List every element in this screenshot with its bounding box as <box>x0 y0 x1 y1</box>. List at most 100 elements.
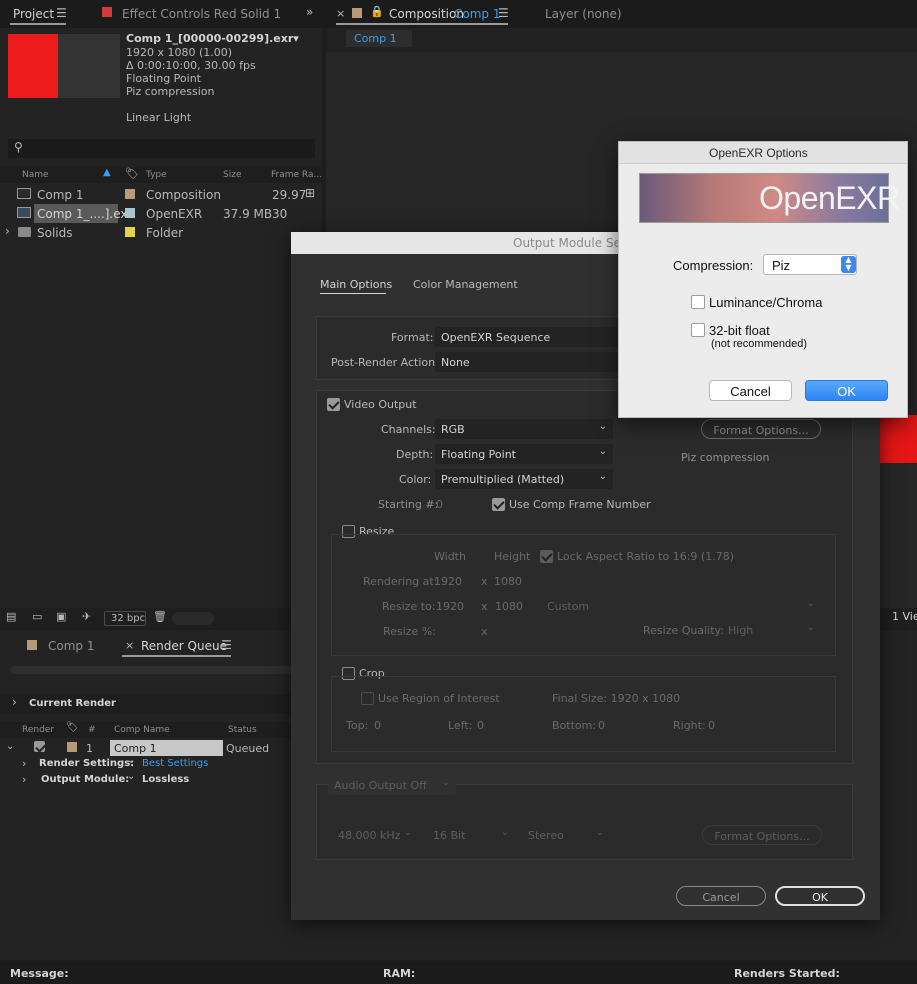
render-checkbox[interactable] <box>34 741 45 752</box>
chevron-right-icon[interactable]: › <box>5 225 10 237</box>
render-icon[interactable]: ✈ <box>82 611 91 622</box>
rq-row[interactable]: ⌄ 1 Comp 1 Queued <box>0 740 300 756</box>
ok-button[interactable]: OK <box>775 886 865 906</box>
list-item-selected[interactable]: Comp 1_....].exr OpenEXR 37.9 MB 30 <box>0 204 322 223</box>
col-frame-rate[interactable]: Frame Ra... <box>271 171 322 180</box>
zoom-slider[interactable] <box>172 612 214 625</box>
label-swatch[interactable] <box>125 189 135 199</box>
col-status[interactable]: Status <box>228 726 257 735</box>
label-swatch[interactable] <box>125 208 135 218</box>
chevron-right-icon[interactable]: › <box>12 696 17 708</box>
close-tab-icon[interactable]: × <box>125 640 134 651</box>
project-menu-icon[interactable]: ☰ <box>56 7 67 19</box>
crop-right-value[interactable]: 0 <box>708 720 715 731</box>
item-name[interactable]: Comp 1_[00000-00299].exr▾ <box>126 33 299 44</box>
col-name[interactable]: Name <box>22 171 49 180</box>
comp-menu-icon[interactable]: ☰ <box>498 7 509 19</box>
compression-select[interactable]: Piz ▲ ▼ <box>763 254 857 275</box>
channels-select[interactable]: RGB ⌄ <box>435 419 613 439</box>
tab-color-management[interactable]: Color Management <box>413 279 518 290</box>
crop-group <box>331 676 836 752</box>
comp-swatch-icon <box>352 8 362 18</box>
search-input[interactable] <box>8 139 315 158</box>
tab-composition-underline <box>336 23 508 25</box>
tab-main-options[interactable]: Main Options <box>320 279 392 290</box>
cancel-button[interactable]: Cancel <box>676 886 766 906</box>
close-tab-icon[interactable]: × <box>336 8 345 19</box>
audio-rate-select[interactable]: 48.000 kHz ⌄ <box>332 825 418 845</box>
flowchart-icon[interactable]: ⊞ <box>305 187 315 199</box>
status-message: Message: <box>10 967 69 980</box>
tab-layer[interactable]: Layer (none) <box>545 8 622 20</box>
lock-icon[interactable]: 🔒 <box>370 6 384 17</box>
new-composition-icon[interactable]: ▣ <box>56 611 66 622</box>
panel-overflow-icon[interactable]: » <box>306 6 313 18</box>
output-module-link[interactable]: Lossless <box>142 775 189 785</box>
crop-right-label: Right: <box>673 719 706 732</box>
crop-bottom-value[interactable]: 0 <box>598 720 605 731</box>
interpret-footage-icon[interactable]: ▤ <box>6 611 16 622</box>
audio-channels-select[interactable]: Stereo ⌄ <box>522 825 610 845</box>
sort-ascending-icon: ▲ <box>103 167 111 178</box>
format-select[interactable]: OpenEXR Sequence <box>435 327 635 347</box>
resize-to-width[interactable]: 1920 <box>436 601 464 612</box>
view-layout-select[interactable]: 1 Vie <box>892 611 917 622</box>
compression-label: Compression: <box>673 258 754 273</box>
luminance-checkbox[interactable] <box>691 295 705 309</box>
color-select[interactable]: Premultiplied (Matted) ⌄ <box>435 469 613 489</box>
label-swatch[interactable] <box>125 227 135 237</box>
float32-checkbox[interactable] <box>691 323 705 337</box>
col-type[interactable]: Type <box>146 171 167 180</box>
audio-format-options-button[interactable]: Format Options... <box>702 825 822 845</box>
tab-project[interactable]: Project <box>13 8 54 20</box>
col-num[interactable]: # <box>88 726 96 735</box>
trash-icon[interactable]: 🗑 <box>153 611 167 622</box>
openexr-cancel-button[interactable]: Cancel <box>709 380 792 401</box>
resize-preset-select[interactable]: Custom ⌄ <box>541 596 821 616</box>
chevron-right-icon[interactable]: › <box>22 774 26 785</box>
use-comp-frame-checkbox[interactable] <box>492 498 505 511</box>
tab-composition[interactable]: Composition <box>389 8 464 20</box>
height-header: Height <box>494 550 531 563</box>
crop-left-value[interactable]: 0 <box>477 720 484 731</box>
audio-output-select[interactable]: Audio Output Off ⌄ <box>328 775 456 795</box>
openexr-ok-button[interactable]: OK <box>805 380 888 401</box>
row-fps: 30 <box>272 207 288 221</box>
chevron-down-icon[interactable]: ⌄ <box>127 772 135 782</box>
audio-bits-select[interactable]: 16 Bit ⌄ <box>427 825 515 845</box>
col-render[interactable]: Render <box>22 726 54 735</box>
col-size[interactable]: Size <box>223 171 241 180</box>
label-swatch[interactable] <box>67 742 77 752</box>
row-fps: 29.97 <box>272 188 307 202</box>
tab-composition-name[interactable]: Comp 1 <box>454 8 500 20</box>
chevron-down-icon[interactable]: ⌄ <box>127 756 135 766</box>
tab-render-queue-underline <box>122 655 231 657</box>
col-comp-name[interactable]: Comp Name <box>114 726 170 735</box>
format-options-button[interactable]: Format Options... <box>701 419 821 439</box>
chevron-down-icon[interactable]: ⌄ <box>6 742 14 752</box>
chevron-right-icon[interactable]: › <box>22 758 26 769</box>
luminance-label: Luminance/Chroma <box>709 295 823 310</box>
video-output-checkbox[interactable] <box>327 398 340 411</box>
tab-render-queue[interactable]: Render Queue <box>141 640 227 652</box>
rq-menu-icon[interactable]: ☰ <box>221 639 232 651</box>
crop-top-value[interactable]: 0 <box>374 720 381 731</box>
tab-effect-controls[interactable]: Effect Controls Red Solid 1 <box>122 8 281 20</box>
row-name: Solids <box>37 226 73 240</box>
new-folder-icon[interactable]: ▭ <box>32 611 42 622</box>
resize-quality-select[interactable]: High ⌄ <box>722 620 821 640</box>
render-settings-link[interactable]: Best Settings <box>142 759 208 769</box>
list-item[interactable]: › Solids Folder <box>0 224 322 242</box>
format-label: Format: <box>391 331 434 344</box>
depth-select[interactable]: Floating Point ⌄ <box>435 444 613 464</box>
rq-row-comp[interactable]: Comp 1 <box>114 743 157 754</box>
resize-to-height[interactable]: 1080 <box>495 601 523 612</box>
lock-aspect-checkbox[interactable] <box>540 550 553 563</box>
channels-label: Channels: <box>381 423 436 436</box>
comp-subtab-label: Comp 1 <box>354 32 397 45</box>
list-item[interactable]: Comp 1 Composition 29.97 ⊞ <box>0 186 322 204</box>
tab-comp1[interactable]: Comp 1 <box>48 640 94 652</box>
use-roi-checkbox[interactable] <box>361 692 374 705</box>
post-render-select[interactable]: None <box>435 352 635 372</box>
starting-value[interactable]: 0 <box>436 499 443 510</box>
